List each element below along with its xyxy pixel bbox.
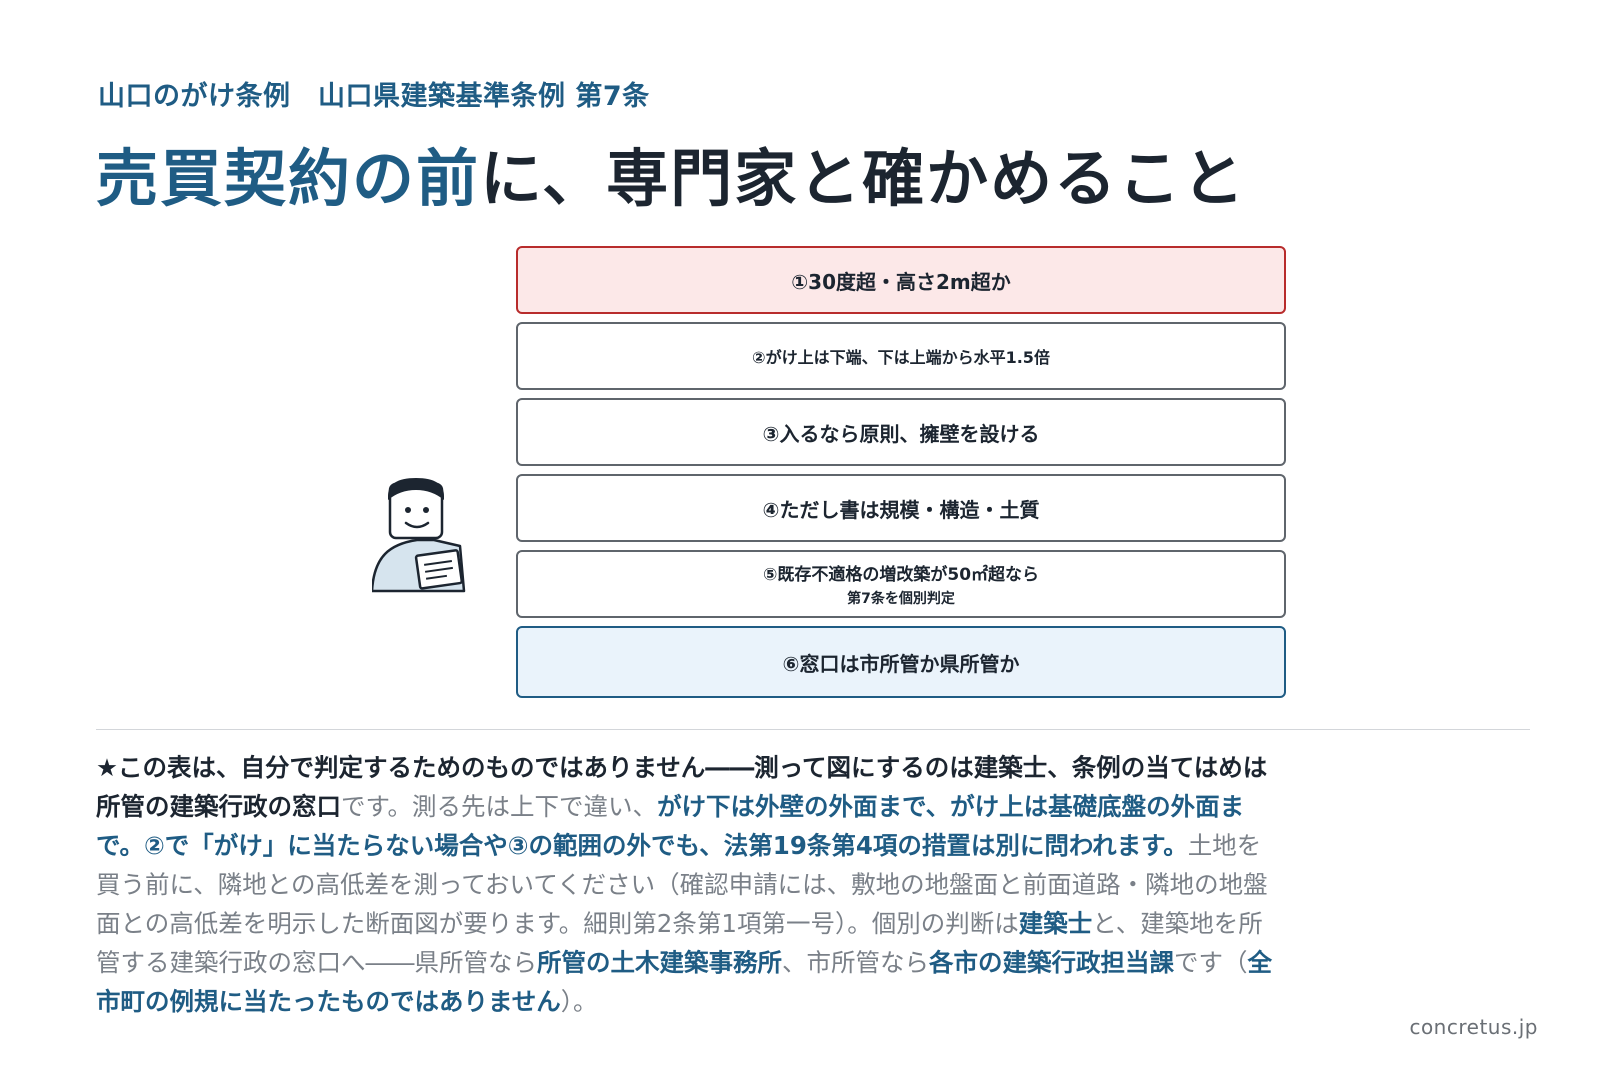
note-paragraph: ★この表は、自分で判定するためのものではありません――測って図にするのは建築士、… (96, 748, 1276, 1021)
step-2-box: ②がけ上は下端、下は上端から水平1.5倍 (516, 322, 1286, 390)
step-1-box: ①30度超・高さ2m超か (516, 246, 1286, 314)
note-emphasis: 各市の建築行政担当課 (929, 948, 1174, 977)
title-rest: に、専門家と確かめること (480, 142, 1247, 215)
person-with-document-icon (372, 478, 466, 593)
note-text: です。測る先は上下で違い、 (341, 792, 658, 821)
note-text: です（ (1174, 948, 1248, 977)
step-5-box: ⑤既存不適格の増改築が50㎡超なら 第7条を個別判定 (516, 550, 1286, 618)
step-5-label: ⑤既存不適格の増改築が50㎡超なら (762, 565, 1040, 585)
site-credit: concretus.jp (1409, 1015, 1538, 1039)
step-6-box: ⑥窓口は市所管か県所管か (516, 626, 1286, 698)
step-4-box: ④ただし書は規模・構造・土質 (516, 474, 1286, 542)
step-3-label: ③入るなら原則、擁壁を設ける (762, 421, 1040, 446)
checklist: ①30度超・高さ2m超か ②がけ上は下端、下は上端から水平1.5倍 ③入るなら原… (516, 246, 1286, 706)
page-kicker: 山口のがけ条例 山口県建築基準条例 第7条 (98, 81, 650, 112)
step-3-box: ③入るなら原則、擁壁を設ける (516, 398, 1286, 466)
step-1-label: ①30度超・高さ2m超か (791, 269, 1011, 294)
note-emphasis: 建築士 (1018, 909, 1093, 938)
step-4-label: ④ただし書は規模・構造・土質 (762, 497, 1040, 522)
note-text: ）。 (560, 987, 598, 1016)
divider (96, 729, 1530, 730)
note-text: 、市所管なら (782, 948, 929, 977)
title-highlight: 売買契約の前 (96, 142, 481, 215)
step-2-label: ②がけ上は下端、下は上端から水平1.5倍 (752, 348, 1050, 367)
note-emphasis: 所管の土木建築事務所 (537, 948, 782, 977)
step-5-sublabel: 第7条を個別判定 (847, 591, 955, 607)
step-6-label: ⑥窓口は市所管か県所管か (782, 651, 1020, 676)
page-title: 売買契約の前に、専門家と確かめること (96, 128, 1246, 218)
